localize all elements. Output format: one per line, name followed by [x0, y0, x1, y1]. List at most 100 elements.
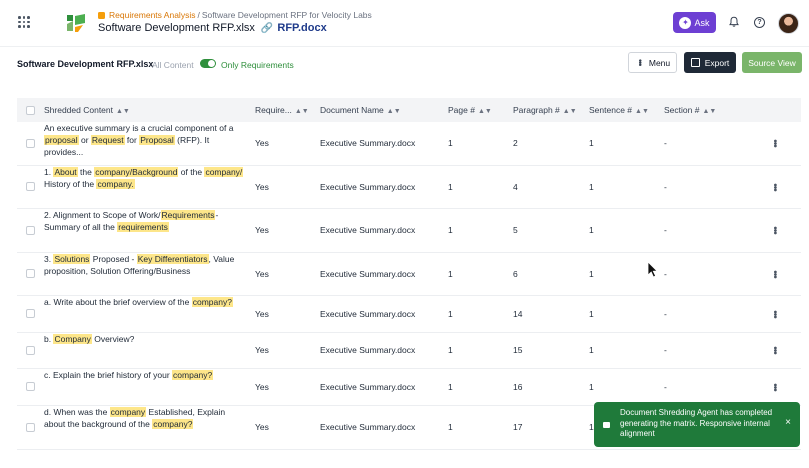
row-checkbox[interactable] — [26, 422, 35, 432]
kebab-icon: ••• — [634, 59, 645, 66]
table-body: An executive summary is a crucial compon… — [17, 122, 801, 450]
export-button[interactable]: Export — [684, 52, 736, 73]
header-document-name[interactable]: Document Name ▲▼ — [320, 105, 401, 115]
breadcrumb-project[interactable]: Software Development RFP for Velocity La… — [202, 10, 372, 20]
header-paragraph[interactable]: Paragraph # ▲▼ — [513, 105, 577, 115]
apps-grid-icon[interactable] — [18, 16, 30, 28]
page-cell: 1 — [448, 345, 453, 356]
row-actions-icon[interactable]: ••• — [769, 270, 780, 278]
menu-button[interactable]: ••• Menu — [628, 52, 677, 73]
sentence-cell: 1 — [589, 138, 594, 149]
table-row[interactable]: 3. Solutions Proposed - Key Differentiat… — [17, 253, 801, 296]
paragraph-cell: 4 — [513, 181, 518, 192]
close-icon[interactable]: × — [785, 417, 791, 429]
bell-icon[interactable] — [728, 16, 740, 28]
source-view-button[interactable]: Source View — [742, 52, 802, 73]
header-shredded-content[interactable]: Shredded Content ▲▼ — [44, 105, 130, 115]
page-cell: 1 — [448, 225, 453, 236]
row-actions-icon[interactable]: ••• — [769, 310, 780, 318]
sentence-cell: 1 — [589, 268, 594, 279]
table-row[interactable]: c. Explain the brief history of your com… — [17, 369, 801, 406]
only-requirements-option[interactable]: Only Requirements — [221, 60, 294, 70]
linked-file-link[interactable]: RFP.docx — [277, 22, 326, 34]
document-name-cell: Executive Summary.docx — [320, 308, 416, 319]
paragraph-cell: 2 — [513, 138, 518, 149]
header-label: Sentence # — [589, 105, 633, 115]
page-cell: 1 — [448, 268, 453, 279]
required-cell: Yes — [255, 268, 269, 279]
document-name-cell: Executive Summary.docx — [320, 345, 416, 356]
document-name-cell: Executive Summary.docx — [320, 181, 416, 192]
section-cell: - — [664, 138, 667, 149]
notification-toast: Document Shredding Agent has completed g… — [594, 402, 800, 447]
section-cell: - — [664, 381, 667, 392]
table-row[interactable]: 2. Alignment to Scope of Work/Requiremen… — [17, 209, 801, 253]
app-logo — [67, 14, 85, 32]
avatar[interactable] — [778, 13, 799, 34]
page-cell: 1 — [448, 381, 453, 392]
sentence-cell: 1 — [589, 381, 594, 392]
table-row[interactable]: 1. About the company/Background of the c… — [17, 166, 801, 209]
section-cell: - — [664, 225, 667, 236]
header-sentence[interactable]: Sentence # ▲▼ — [589, 105, 649, 115]
paragraph-cell: 6 — [513, 268, 518, 279]
highlight: company/ — [204, 166, 244, 177]
row-actions-icon[interactable]: ••• — [769, 383, 780, 391]
link-icon: 🔗 — [260, 22, 274, 34]
page-cell: 1 — [448, 138, 453, 149]
ask-button[interactable]: ✦ Ask — [673, 12, 716, 33]
header-required[interactable]: Require... ▲▼ — [255, 105, 309, 115]
highlight: company? — [191, 297, 233, 307]
breadcrumb-section[interactable]: Requirements Analysis — [109, 10, 195, 20]
app-frame: Requirements Analysis / Software Develop… — [0, 0, 809, 468]
document-name-cell: Executive Summary.docx — [320, 138, 416, 149]
row-actions-icon[interactable]: ••• — [769, 226, 780, 234]
row-actions-icon[interactable]: ••• — [769, 346, 780, 354]
highlight: company. — [96, 178, 135, 189]
row-actions-icon[interactable]: ••• — [769, 139, 780, 147]
row-checkbox[interactable] — [26, 309, 35, 319]
row-checkbox[interactable] — [26, 182, 35, 192]
header-label: Document Name — [320, 105, 384, 115]
requirements-table: Shredded Content ▲▼ Require... ▲▼ Document… — [17, 98, 801, 450]
highlight: company — [109, 406, 147, 417]
row-checkbox[interactable] — [26, 138, 35, 148]
header-label: Shredded Content — [44, 105, 113, 115]
table-row[interactable]: An executive summary is a crucial compon… — [17, 122, 801, 166]
sort-icon: ▲▼ — [635, 108, 649, 115]
row-checkbox[interactable] — [26, 382, 35, 392]
header-section[interactable]: Section # ▲▼ — [664, 105, 716, 115]
row-actions-icon[interactable]: ••• — [769, 183, 780, 191]
required-cell: Yes — [255, 138, 269, 149]
content-filter-toggle[interactable] — [200, 59, 216, 68]
paragraph-cell: 14 — [513, 308, 523, 319]
table-row[interactable]: b. Company Overview? Yes Executive Summary… — [17, 333, 801, 369]
sheet-name: Software Development RFP.xlsx — [17, 59, 154, 69]
document-name-cell: Executive Summary.docx — [320, 268, 416, 279]
section-cell: - — [664, 345, 667, 356]
row-checkbox[interactable] — [26, 269, 35, 279]
select-all-checkbox[interactable] — [26, 105, 35, 115]
toolbar: Software Development RFP.xlsx All Conten… — [0, 46, 809, 82]
highlight: Solutions — [53, 253, 91, 264]
row-checkbox[interactable] — [26, 345, 35, 355]
page-cell: 1 — [448, 308, 453, 319]
highlight: requirements — [117, 222, 169, 232]
section-cell: - — [664, 268, 667, 279]
document-name-cell: Executive Summary.docx — [320, 225, 416, 236]
title-row: Software Development RFP.xlsx 🔗 RFP.docx — [98, 22, 327, 34]
shredded-content-cell: c. Explain the brief history of your com… — [44, 370, 214, 380]
sort-icon: ▲▼ — [386, 108, 401, 115]
table-row[interactable]: a. Write about the brief overview of the… — [17, 296, 801, 333]
header-page[interactable]: Page # ▲▼ — [448, 105, 492, 115]
sentence-cell: 1 — [589, 308, 594, 319]
section-cell: - — [664, 308, 667, 319]
shredded-content-cell: a. Write about the brief overview of the… — [44, 297, 233, 307]
all-content-option[interactable]: All Content — [152, 60, 194, 70]
document-name-cell: Executive Summary.docx — [320, 381, 416, 392]
highlight: company? — [172, 370, 214, 380]
row-checkbox[interactable] — [26, 225, 35, 235]
help-icon[interactable]: ? — [754, 17, 765, 28]
shredded-content-cell: d. When was the company Established, Exp… — [44, 406, 226, 429]
table-header: Shredded Content ▲▼ Require... ▲▼ Document… — [17, 98, 801, 122]
